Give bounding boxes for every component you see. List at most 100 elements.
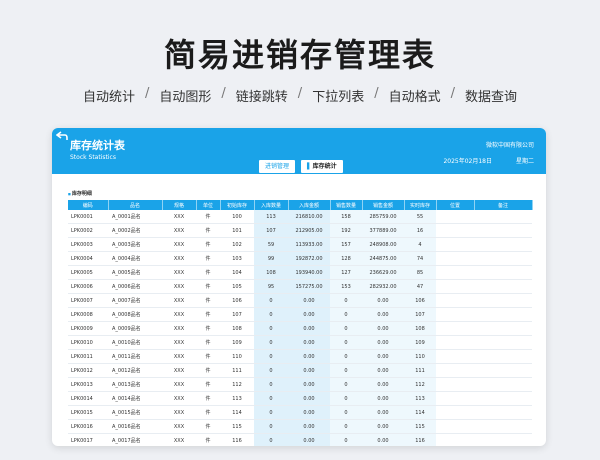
table-cell: 0.00: [362, 377, 404, 392]
table-cell: XXX: [162, 237, 196, 252]
table-cell: 216810.00: [288, 210, 330, 224]
tab-stock-statistics[interactable]: 库存统计: [300, 159, 344, 174]
table-cell: 115: [220, 419, 254, 434]
col-header: 备注: [474, 200, 533, 210]
table-cell: A_0015品名: [108, 405, 162, 420]
table-cell: 0: [254, 335, 288, 350]
table-cell: XXX: [162, 377, 196, 392]
feature-separator: /: [297, 86, 303, 101]
table-cell: LPK0014: [68, 391, 108, 406]
table-cell: 件: [196, 363, 220, 378]
table-cell: 157275.00: [288, 279, 330, 294]
table-row: LPK0003 A_0003品名 XXX 件 102 59 113933.00 157 2489…: [68, 237, 532, 252]
table-cell: [474, 265, 532, 280]
table-cell: [436, 307, 474, 322]
table-cell: 282932.00: [362, 279, 404, 294]
table-cell: XXX: [162, 223, 196, 238]
table-cell: 0.00: [288, 293, 330, 308]
table-cell: 103: [220, 251, 254, 266]
table-cell: 248908.00: [362, 237, 404, 252]
table-cell: 55: [404, 210, 436, 224]
table-cell: 0: [330, 307, 362, 322]
table-cell: A_0007品名: [108, 293, 162, 308]
table-cell: 193940.00: [288, 265, 330, 280]
hero-title: 简易进销存管理表: [163, 36, 436, 74]
table-cell: 100: [220, 210, 254, 224]
table-cell: [436, 349, 474, 364]
table-cell: [436, 391, 474, 406]
feature-item: 下拉列表: [312, 90, 365, 105]
table-cell: 件: [196, 279, 220, 294]
company-name: 微软中国有限公司: [485, 142, 534, 149]
table-cell: 0: [330, 433, 362, 446]
table-body: LPK0001 A_0001品名 XXX 件 100 113 216810.00 158 285…: [68, 210, 532, 446]
table-cell: LPK0001: [68, 210, 108, 224]
table-cell: 0: [330, 349, 362, 364]
table-cell: [474, 363, 532, 378]
table-row: LPK0002 A_0002品名 XXX 件 101 107 212905.00 192 377…: [68, 223, 532, 238]
col-header: 规格: [162, 200, 197, 210]
table-cell: 0: [254, 307, 288, 322]
table-row: LPK0010 A_0010品名 XXX 件 109 0 0.00 0 0.00 109: [68, 335, 532, 350]
table-cell: XXX: [162, 419, 196, 434]
table-cell: 件: [196, 237, 220, 252]
table-cell: 0.00: [288, 433, 330, 446]
table-cell: 0: [330, 391, 362, 406]
table-cell: [474, 293, 532, 308]
table-cell: 107: [404, 307, 436, 322]
tab-bar: 进销管理 库存统计: [258, 159, 344, 174]
table-header-row: 编码 品名 规格 单位 初始库存 入库数量 入库金额 销售数量 销售金额 实时库…: [68, 200, 533, 210]
table-cell: LPK0012: [68, 363, 108, 378]
table-cell: [436, 223, 474, 238]
table-cell: 113: [254, 210, 288, 224]
table-cell: 件: [196, 419, 220, 434]
table-cell: 0: [330, 293, 362, 308]
table-cell: 件: [196, 433, 220, 446]
table-cell: 112: [404, 377, 436, 392]
table-cell: LPK0010: [68, 335, 108, 350]
table-cell: LPK0006: [68, 279, 108, 294]
table-cell: 105: [220, 279, 254, 294]
back-arrow-icon[interactable]: [56, 131, 68, 141]
table-row: LPK0011 A_0011品名 XXX 件 110 0 0.00 0 0.00 110: [68, 349, 532, 364]
table-cell: A_0004品名: [108, 251, 162, 266]
table-cell: 0: [330, 377, 362, 392]
table-cell: 47: [404, 279, 436, 294]
table-cell: [474, 251, 532, 266]
feature-separator: /: [221, 86, 226, 101]
table-cell: [436, 377, 474, 392]
table-cell: 110: [404, 349, 436, 364]
table-row: LPK0008 A_0008品名 XXX 件 107 0 0.00 0 0.00 107: [68, 307, 532, 322]
table-cell: [436, 433, 474, 446]
table-cell: LPK0011: [68, 349, 108, 364]
table-cell: 0: [254, 363, 288, 378]
table-cell: 128: [330, 251, 362, 266]
table-cell: LPK0017: [68, 433, 108, 446]
table-cell: [436, 405, 474, 420]
table-cell: 113933.00: [288, 237, 330, 252]
table-cell: A_0012品名: [108, 363, 162, 378]
col-header: 品名: [108, 200, 163, 210]
table-cell: 113: [404, 391, 436, 406]
tab-sales-management[interactable]: 进销管理: [258, 159, 297, 174]
table-cell: [474, 223, 532, 238]
feature-item: 自动统计: [82, 90, 135, 105]
table-cell: 116: [404, 433, 436, 446]
table-cell: 件: [196, 405, 220, 420]
current-weekday: 星期二: [515, 158, 534, 165]
table-cell: [436, 321, 474, 336]
app-window: 库存统计表 Stock Statistics 微软中国有限公司 2025年02月…: [52, 128, 546, 446]
table-cell: 0.00: [362, 419, 404, 434]
table-cell: 0.00: [288, 321, 330, 336]
table-cell: 4: [404, 237, 436, 252]
table-row: LPK0014 A_0014品名 XXX 件 113 0 0.00 0 0.00 113: [68, 391, 532, 406]
table-cell: XXX: [162, 405, 196, 420]
table-cell: 101: [220, 223, 254, 238]
table-cell: 212905.00: [288, 223, 330, 238]
table-cell: [474, 391, 532, 406]
table-cell: XXX: [162, 265, 196, 280]
col-header: 入库金额: [288, 200, 331, 210]
section-label: 库存明细: [68, 190, 92, 197]
feature-item: 自动格式: [388, 90, 441, 105]
feature-item: 链接跳转: [235, 90, 288, 105]
